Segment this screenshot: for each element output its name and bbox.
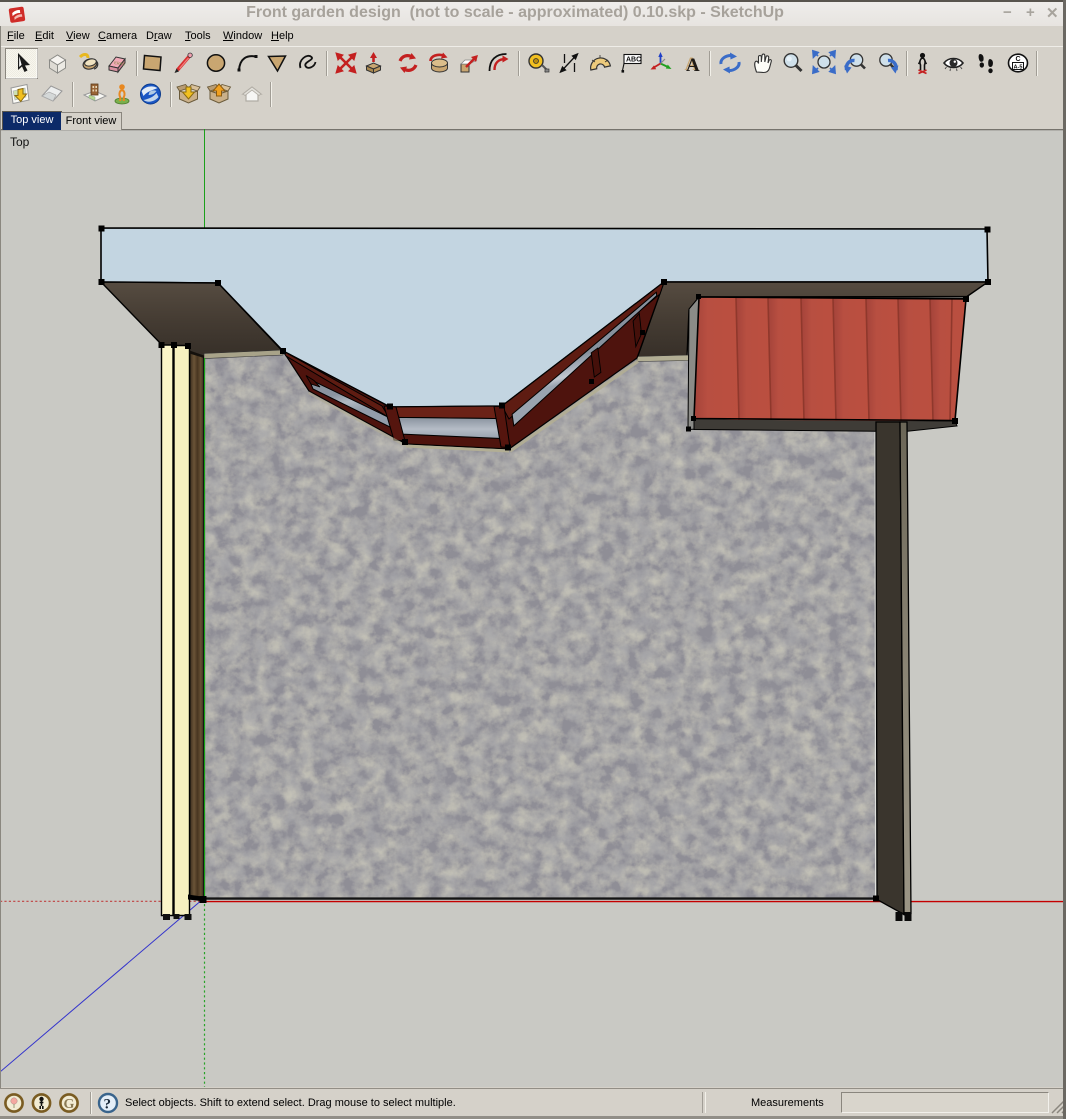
svg-text:Top: Top (10, 135, 30, 149)
svg-text:ABC: ABC (626, 57, 641, 64)
svg-text:?: ? (104, 1097, 112, 1113)
svg-text:A: A (686, 55, 700, 76)
svg-text:C: C (1016, 56, 1021, 63)
svg-text:A-5: A-5 (1014, 64, 1023, 70)
svg-text:G: G (64, 1097, 75, 1112)
